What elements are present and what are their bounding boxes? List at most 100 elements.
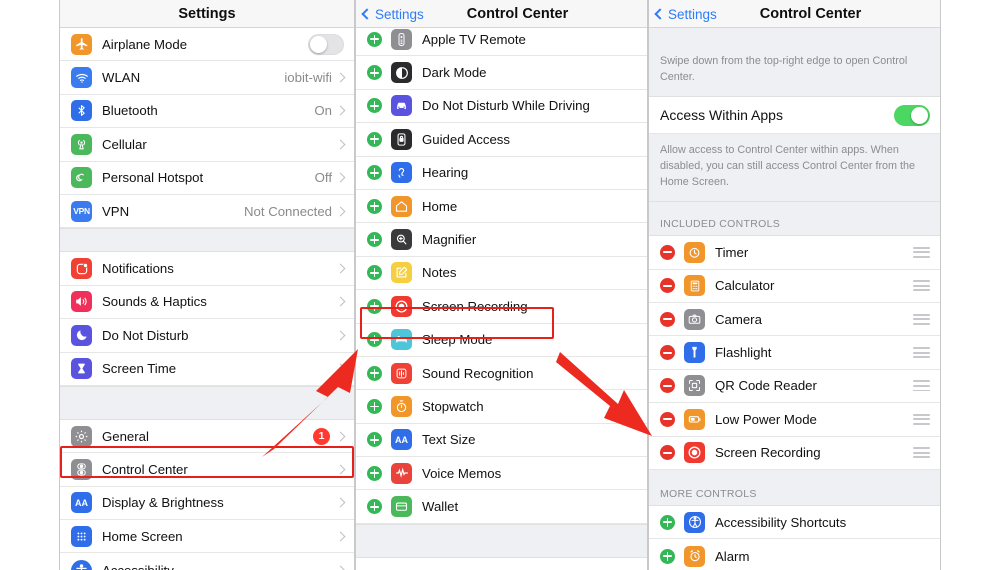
- wifi-icon: [71, 67, 92, 89]
- wallet-icon: [391, 496, 412, 518]
- included-row-timer[interactable]: Timer: [649, 236, 940, 270]
- add-control-button[interactable]: [367, 65, 382, 81]
- add-control-button[interactable]: [367, 432, 382, 448]
- access-within-apps-row[interactable]: Access Within Apps: [649, 97, 940, 135]
- add-control-button[interactable]: [367, 365, 382, 381]
- settings-row-cellular[interactable]: Cellular: [60, 128, 354, 162]
- add-control-button[interactable]: [367, 398, 382, 414]
- more-controls-row-stopwatch[interactable]: Stopwatch: [356, 390, 647, 424]
- add-control-button[interactable]: [367, 332, 382, 348]
- hearing-icon: [391, 162, 412, 184]
- hotspot-icon: [71, 167, 92, 189]
- remove-control-button[interactable]: [660, 244, 675, 260]
- chevron-right-icon: [335, 206, 346, 217]
- settings-row-do-not-disturb[interactable]: Do Not Disturb: [60, 319, 354, 353]
- more-controls-row-text-size[interactable]: AA Text Size: [356, 423, 647, 458]
- drag-handle-icon[interactable]: [913, 413, 930, 425]
- included-row-flashlight[interactable]: Flashlight: [649, 336, 940, 370]
- settings-row-vpn[interactable]: VPN VPN Not Connected: [60, 194, 354, 229]
- drag-handle-icon[interactable]: [913, 380, 930, 392]
- access-within-apps-toggle[interactable]: [894, 104, 930, 126]
- sleep-mode-icon: [391, 329, 412, 351]
- add-control-button[interactable]: [660, 514, 675, 530]
- more-controls-row-apple-tv-remote[interactable]: Apple TV Remote: [356, 28, 647, 57]
- drag-handle-icon[interactable]: [913, 313, 930, 325]
- more-controls-row-magnifier[interactable]: Magnifier: [356, 223, 647, 257]
- remove-control-button[interactable]: [660, 278, 675, 294]
- more-controls-row-home[interactable]: Home: [356, 189, 647, 224]
- settings-row-notifications[interactable]: Notifications: [60, 252, 354, 286]
- settings-row-sounds-haptics[interactable]: Sounds & Haptics: [60, 285, 354, 320]
- drag-handle-icon[interactable]: [913, 447, 930, 459]
- more-controls-row-dnd-driving[interactable]: Do Not Disturb While Driving: [356, 89, 647, 124]
- more-controls-list[interactable]: Alarm Apple TV Remote Dark Mode: [356, 28, 647, 570]
- settings-row-control-center[interactable]: Control Center: [60, 453, 354, 487]
- included-row-qr-code-reader[interactable]: QR Code Reader: [649, 369, 940, 404]
- remove-control-button[interactable]: [660, 311, 675, 327]
- settings-row-label: Personal Hotspot: [102, 170, 204, 186]
- add-control-button[interactable]: [367, 131, 382, 147]
- calculator-icon: [684, 275, 705, 297]
- drag-handle-icon[interactable]: [913, 347, 930, 359]
- airplane-mode-toggle[interactable]: [308, 33, 344, 55]
- more-controls-row-wallet[interactable]: Wallet: [356, 490, 647, 524]
- settings-row-bluetooth[interactable]: Bluetooth On: [60, 94, 354, 129]
- more-controls-row-voice-memos[interactable]: Voice Memos: [356, 457, 647, 491]
- add-control-button[interactable]: [367, 198, 382, 214]
- remove-control-button[interactable]: [660, 345, 675, 361]
- more-controls-row-label: Apple TV Remote: [422, 31, 526, 47]
- add-control-button[interactable]: [367, 465, 382, 481]
- more-controls-row-sound-recognition[interactable]: Sound Recognition: [356, 356, 647, 391]
- general-badge-count: 1: [313, 427, 330, 445]
- page-title: Control Center: [466, 5, 569, 22]
- add-control-button[interactable]: [367, 232, 382, 248]
- more-controls-navbar: Settings Control Center: [356, 0, 647, 28]
- more-controls-row-dark-mode[interactable]: Dark Mode: [356, 56, 647, 90]
- add-control-button[interactable]: [660, 548, 675, 564]
- settings-row-display-brightness[interactable]: AA Display & Brightness: [60, 486, 354, 521]
- add-control-button[interactable]: [367, 265, 382, 281]
- home-screen-icon: [71, 525, 92, 547]
- page-title: Control Center: [759, 5, 862, 22]
- do-not-disturb-icon: [71, 324, 92, 346]
- flashlight-icon: [684, 342, 705, 364]
- low-power-mode-icon: [684, 408, 705, 430]
- settings-row-accessibility[interactable]: Accessibility: [60, 553, 354, 570]
- more-controls-row-sleep-mode[interactable]: Sleep Mode: [356, 323, 647, 357]
- settings-row-general[interactable]: General 1: [60, 419, 354, 454]
- more-row-accessibility-shortcuts[interactable]: Accessibility Shortcuts: [649, 505, 940, 540]
- bluetooth-icon: [71, 100, 92, 122]
- add-control-button[interactable]: [367, 31, 382, 47]
- drag-handle-icon[interactable]: [913, 280, 930, 292]
- add-control-button[interactable]: [367, 98, 382, 114]
- settings-row-label: Sounds & Haptics: [102, 294, 207, 310]
- settings-row-label: Cellular: [102, 136, 147, 152]
- add-control-button[interactable]: [367, 298, 382, 314]
- chevron-right-icon: [335, 531, 346, 542]
- remove-control-button[interactable]: [660, 378, 675, 394]
- drag-handle-icon[interactable]: [913, 246, 930, 258]
- included-row-low-power-mode[interactable]: Low Power Mode: [649, 403, 940, 437]
- more-controls-row-label: Hearing: [422, 165, 469, 181]
- settings-list[interactable]: Airplane Mode WLAN iobit-wifi Bluetooth …: [60, 28, 354, 570]
- settings-row-screen-time[interactable]: Screen Time: [60, 352, 354, 386]
- more-row-alarm[interactable]: Alarm: [649, 539, 940, 570]
- remove-control-button[interactable]: [660, 411, 675, 427]
- settings-row-personal-hotspot[interactable]: Personal Hotspot Off: [60, 161, 354, 195]
- settings-row-airplane-mode[interactable]: Airplane Mode: [60, 28, 354, 62]
- more-controls-row-hearing[interactable]: Hearing: [356, 156, 647, 190]
- settings-row-home-screen[interactable]: Home Screen: [60, 520, 354, 554]
- add-control-button[interactable]: [367, 165, 382, 181]
- add-control-button[interactable]: [367, 499, 382, 515]
- included-row-camera[interactable]: Camera: [649, 302, 940, 337]
- included-row-calculator[interactable]: Calculator: [649, 269, 940, 303]
- control-center-list[interactable]: Swipe down from the top-right edge to op…: [649, 28, 940, 570]
- more-controls-row-guided-access[interactable]: Guided Access: [356, 123, 647, 157]
- included-row-screen-recording[interactable]: Screen Recording: [649, 436, 940, 470]
- remove-control-button[interactable]: [660, 445, 675, 461]
- more-controls-row-screen-recording[interactable]: Screen Recording: [356, 290, 647, 324]
- more-controls-row-notes[interactable]: Notes: [356, 256, 647, 291]
- control-center-icon: [71, 458, 92, 480]
- chevron-right-icon: [335, 431, 346, 442]
- settings-row-wlan[interactable]: WLAN iobit-wifi: [60, 61, 354, 95]
